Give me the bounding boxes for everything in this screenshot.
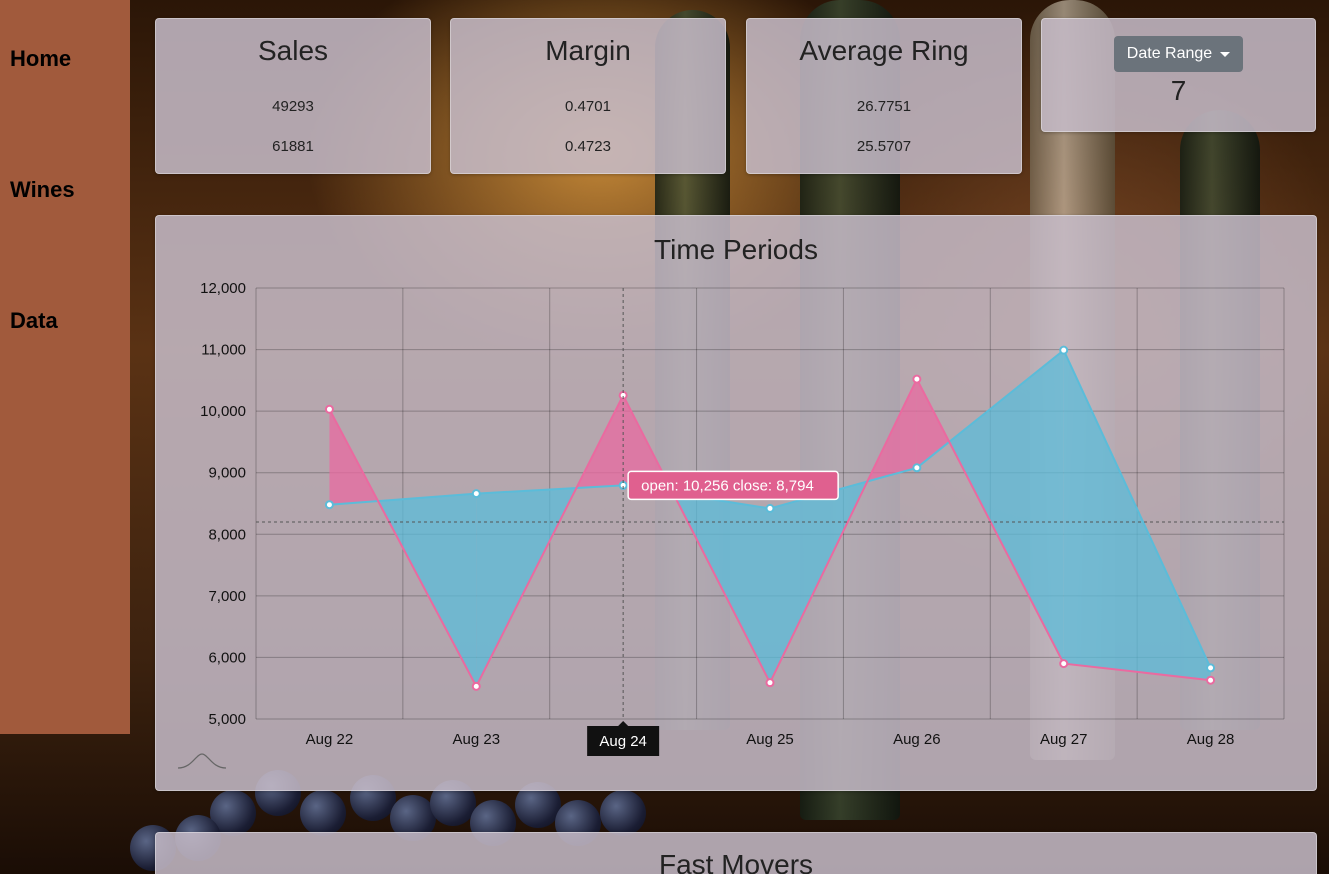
grape-image — [300, 790, 346, 836]
kpi-previous-value: 61881 — [272, 138, 314, 155]
kpi-current-value: 0.4701 — [565, 98, 611, 115]
x-tick-label: Aug 23 — [453, 731, 501, 748]
x-tick-label: Aug 25 — [746, 731, 794, 748]
y-tick-label: 5,000 — [208, 711, 246, 728]
data-point-close — [324, 500, 334, 510]
y-tick-label: 9,000 — [208, 465, 246, 482]
date-range-dropdown-button[interactable]: Date Range — [1114, 36, 1243, 72]
time-periods-chart[interactable]: 5,000 6,000 7,000 8,000 9,000 10,000 11,000 12,… — [156, 216, 1316, 790]
fast-movers-title: Fast Movers — [658, 849, 814, 874]
kpi-current-value: 26.7751 — [856, 98, 912, 115]
kpi-current-value: 49293 — [272, 98, 314, 115]
y-tick-label: 6,000 — [208, 649, 246, 666]
y-tick-label: 11,000 — [201, 342, 246, 359]
data-point-open — [324, 404, 334, 414]
date-range-card: Date Range 7 — [1041, 18, 1316, 132]
time-periods-card: Time Periods 5,000 6,000 7,000 8,000 9,000 10… — [155, 215, 1317, 791]
x-tick-label: Aug 22 — [306, 731, 354, 748]
y-tick-label: 12,000 — [200, 280, 246, 297]
kpi-card-sales: Sales 49293 61881 — [155, 18, 431, 174]
data-point-close — [471, 489, 481, 499]
grape-image — [600, 790, 646, 836]
data-point-close — [765, 503, 775, 513]
kpi-title: Margin — [545, 35, 631, 66]
chart-tooltip-text: open: 10,256 close: 8,794 — [641, 477, 814, 494]
data-point-close — [1206, 663, 1216, 673]
data-point-open — [1206, 675, 1216, 685]
x-tick-label: Aug 27 — [1040, 731, 1088, 748]
crosshair-label: Aug 24 — [599, 733, 647, 750]
sidebar-item-data[interactable]: Data — [10, 308, 58, 334]
data-point-open — [1059, 659, 1069, 669]
date-range-value: 7 — [1170, 75, 1187, 106]
fast-movers-card: Fast Movers — [155, 832, 1317, 874]
kpi-card-average-ring: Average Ring 26.7751 25.5707 — [746, 18, 1022, 174]
kpi-previous-value: 25.5707 — [856, 138, 912, 155]
kpi-previous-value: 0.4723 — [565, 138, 611, 155]
x-tick-label: Aug 28 — [1187, 731, 1235, 748]
x-tick-label: Aug 26 — [893, 731, 941, 748]
data-point-open — [765, 678, 775, 688]
y-tick-label: 8,000 — [208, 526, 246, 543]
kpi-card-margin: Margin 0.4701 0.4723 — [450, 18, 726, 174]
data-point-close — [912, 463, 922, 473]
sidebar-item-home[interactable]: Home — [10, 46, 71, 72]
date-range-label: Date Range — [1126, 45, 1213, 62]
navigator-sparkline-icon — [177, 753, 227, 769]
kpi-title: Average Ring — [799, 35, 969, 66]
data-point-open — [912, 374, 922, 384]
kpi-title: Sales — [257, 35, 329, 66]
y-tick-label: 10,000 — [200, 403, 246, 420]
caret-down-icon — [1220, 51, 1231, 57]
y-tick-label: 7,000 — [208, 588, 246, 605]
crosshair-label-pointer — [618, 721, 629, 726]
data-point-open — [471, 681, 481, 691]
sidebar: Home Wines Data — [0, 0, 130, 734]
data-point-close — [1059, 345, 1069, 355]
sidebar-item-wines[interactable]: Wines — [10, 177, 75, 203]
